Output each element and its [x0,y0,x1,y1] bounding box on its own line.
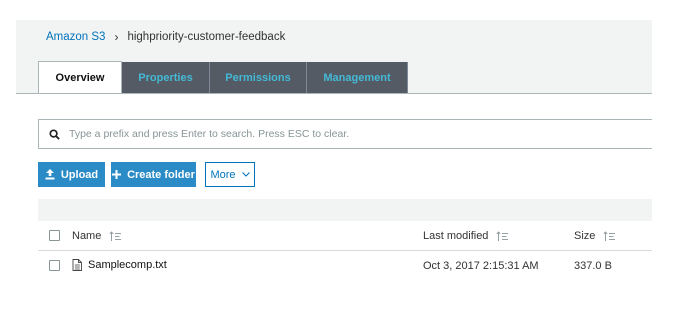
plus-icon [112,170,122,179]
create-folder-button-label: Create folder [127,168,195,181]
create-folder-button[interactable]: Create folder [111,162,196,187]
more-button[interactable]: More [205,162,255,187]
size-cell: 337.0 B [574,260,612,272]
row-checkbox[interactable] [49,260,60,271]
column-header-name-label: Name [72,230,102,242]
breadcrumb: Amazon S3 › highpriority-customer-feedba… [46,30,285,44]
chevron-down-icon [241,172,250,177]
table-header: Name Last modified Size [38,221,652,251]
sort-icon [603,230,616,242]
tab-bar: Overview Properties Permissions Manageme… [38,61,408,93]
sort-icon [496,230,509,242]
header-bar: Amazon S3 › highpriority-customer-feedba… [16,20,652,93]
column-header-last-modified-label: Last modified [423,230,489,242]
breadcrumb-bucket-name: highpriority-customer-feedback [127,31,286,43]
file-icon [72,259,82,271]
last-modified-cell: Oct 3, 2017 2:15:31 AM [423,260,539,272]
select-all-checkbox[interactable] [49,230,60,241]
sort-icon [109,230,122,242]
file-name-link[interactable]: Samplecomp.txt [72,259,167,271]
more-button-label: More [210,168,236,181]
column-header-name[interactable]: Name [72,230,122,242]
tab-properties[interactable]: Properties [122,62,210,93]
search-input[interactable] [69,128,629,140]
column-header-last-modified[interactable]: Last modified [423,230,509,242]
column-header-size-label: Size [574,230,596,242]
tab-divider [16,93,652,94]
upload-button[interactable]: Upload [38,162,105,187]
breadcrumb-separator: › [114,30,119,44]
column-header-size[interactable]: Size [574,230,616,242]
tab-management[interactable]: Management [307,62,408,93]
tab-permissions[interactable]: Permissions [210,62,307,93]
search-icon [39,128,69,140]
tab-overview[interactable]: Overview [38,61,122,93]
upload-icon [45,169,55,180]
table-row: Samplecomp.txt Oct 3, 2017 2:15:31 AM 33… [38,252,652,280]
breadcrumb-amazon-s3-link[interactable]: Amazon S3 [46,31,105,43]
file-name: Samplecomp.txt [88,259,167,271]
table-toolbar-strip [38,199,652,221]
search-bar [38,119,652,149]
upload-button-label: Upload [60,168,99,181]
